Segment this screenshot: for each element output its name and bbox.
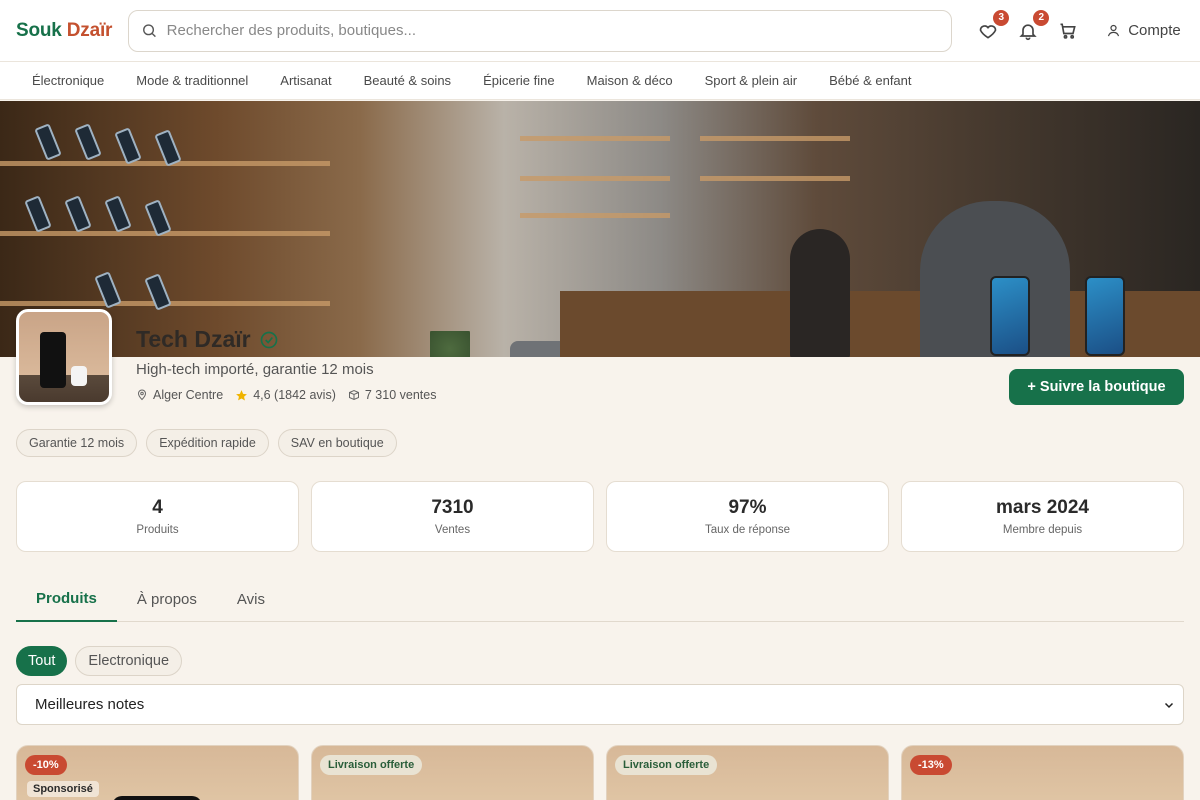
shop-rating-text: 4,6 (1842 avis) [253,388,336,402]
stat-label: Ventes [434,524,471,536]
tab-about[interactable]: À propos [117,576,217,622]
sort-select[interactable]: Meilleures notes [16,684,1184,725]
sort-selected-value: Meilleures notes [35,696,145,713]
stat-card-member-since: mars 2024 Membre depuis [901,481,1184,552]
stat-card-products: 4 Produits [16,481,299,552]
shop-sales: 7 310 ventes [348,388,437,402]
product-card[interactable]: Livraison offerte [606,745,889,800]
shop-tagline: High-tech importé, garantie 12 mois [136,361,374,378]
shop-location: Alger Centre [136,388,223,402]
category-nav: Électronique Mode & traditionnel Artisan… [0,62,1200,100]
category-link[interactable]: Mode & traditionnel [136,73,248,88]
feature-chip: Garantie 12 mois [16,429,138,457]
discount-badge: -13% [910,755,952,775]
shop-stats: 4 Produits 7310 Ventes 97% Taux de répon… [16,481,1184,552]
category-link[interactable]: Épicerie fine [483,73,555,88]
stat-card-sales: 7310 Ventes [311,481,594,552]
shop-banner-image [0,101,1200,357]
category-filters: Tout Electronique [16,646,190,676]
stat-value: 4 [152,497,163,518]
shop-tabs: Produits À propos Avis [16,576,1184,622]
shop-rating: 4,6 (1842 avis) [235,388,336,402]
banner-phone [104,195,132,233]
banner-shelf [520,136,670,141]
shop-feature-chips: Garantie 12 mois Expédition rapide SAV e… [16,429,406,457]
notifications-button[interactable]: 2 [1016,9,1050,43]
user-icon [1108,24,1120,37]
tab-reviews[interactable]: Avis [217,576,285,622]
shop-name: Tech Dzaïr [136,326,279,353]
account-button[interactable]: Compte [1106,22,1181,39]
stat-card-response-rate: 97% Taux de réponse [606,481,889,552]
stat-label: Produits [136,524,179,536]
search-input[interactable] [166,22,940,39]
shop-name-text: Tech Dzaïr [136,326,251,352]
follow-shop-button[interactable]: + Suivre la boutique [1009,369,1184,405]
product-image [112,796,202,800]
stat-value: 97% [728,497,767,518]
top-header: Souk Dzaïr 3 2 Compte [0,0,1200,62]
search-icon [143,24,157,38]
star-icon [236,389,248,400]
shop-meta: Alger Centre 4,6 (1842 avis) 7 310 vente… [136,388,448,402]
map-pin-icon [137,389,147,401]
feature-chip: Expédition rapide [146,429,269,457]
feature-chip: SAV en boutique [277,429,397,457]
product-card[interactable]: -13% [901,745,1184,800]
banner-phone [64,195,92,233]
header-actions: 3 2 Compte [976,9,1181,43]
tab-products[interactable]: Produits [16,576,117,622]
wishlist-button[interactable]: 3 [976,9,1010,43]
notifications-count-badge: 2 [1033,9,1050,26]
category-link[interactable]: Artisanat [280,73,331,88]
banner-phone-display [990,276,1030,356]
stat-label: Taux de réponse [704,524,791,536]
category-link[interactable]: Bébé & enfant [829,73,911,88]
verified-icon [260,331,277,348]
package-icon [348,389,359,401]
chevron-down-icon [1164,702,1174,708]
banner-phone-display [1085,276,1125,356]
account-label: Compte [1128,22,1181,39]
banner-shelf [700,176,850,181]
shop-location-text: Alger Centre [153,388,224,402]
stat-value: mars 2024 [996,497,1089,518]
shop-sales-text: 7 310 ventes [364,388,437,402]
product-grid: -10% Sponsorisé Livraison offerte Livrai… [16,745,1184,800]
free-shipping-badge: Livraison offerte [615,755,718,775]
discount-badge: -10% [25,755,67,775]
banner-phone [74,123,102,161]
filter-electronique[interactable]: Electronique [75,646,183,676]
category-link[interactable]: Électronique [32,73,104,88]
shop-avatar [16,309,112,405]
filter-all[interactable]: Tout [16,646,68,676]
cart-button[interactable] [1056,19,1080,43]
avatar-earbuds [71,366,87,386]
banner-shelf [700,136,850,141]
category-link[interactable]: Beauté & soins [364,73,451,88]
banner-phone [114,127,142,165]
free-shipping-badge: Livraison offerte [320,755,423,775]
banner-phone [34,123,62,161]
product-card[interactable]: Livraison offerte [311,745,594,800]
banner-phone [24,195,52,233]
avatar-phone [40,332,66,388]
site-logo[interactable]: Souk Dzaïr [16,20,112,42]
banner-person [790,229,850,357]
category-link[interactable]: Sport & plein air [705,73,798,88]
wishlist-count-badge: 3 [993,9,1010,26]
search-box[interactable] [128,9,953,52]
banner-shelf [520,213,670,218]
banner-shelf [520,176,670,181]
stat-label: Membre depuis [1002,524,1083,536]
cart-icon [1060,23,1076,39]
category-link[interactable]: Maison & déco [587,73,673,88]
banner-plant [430,331,470,357]
sponsored-label: Sponsorisé [27,781,99,797]
stat-value: 7310 [431,497,474,518]
product-card[interactable]: -10% Sponsorisé [16,745,299,800]
